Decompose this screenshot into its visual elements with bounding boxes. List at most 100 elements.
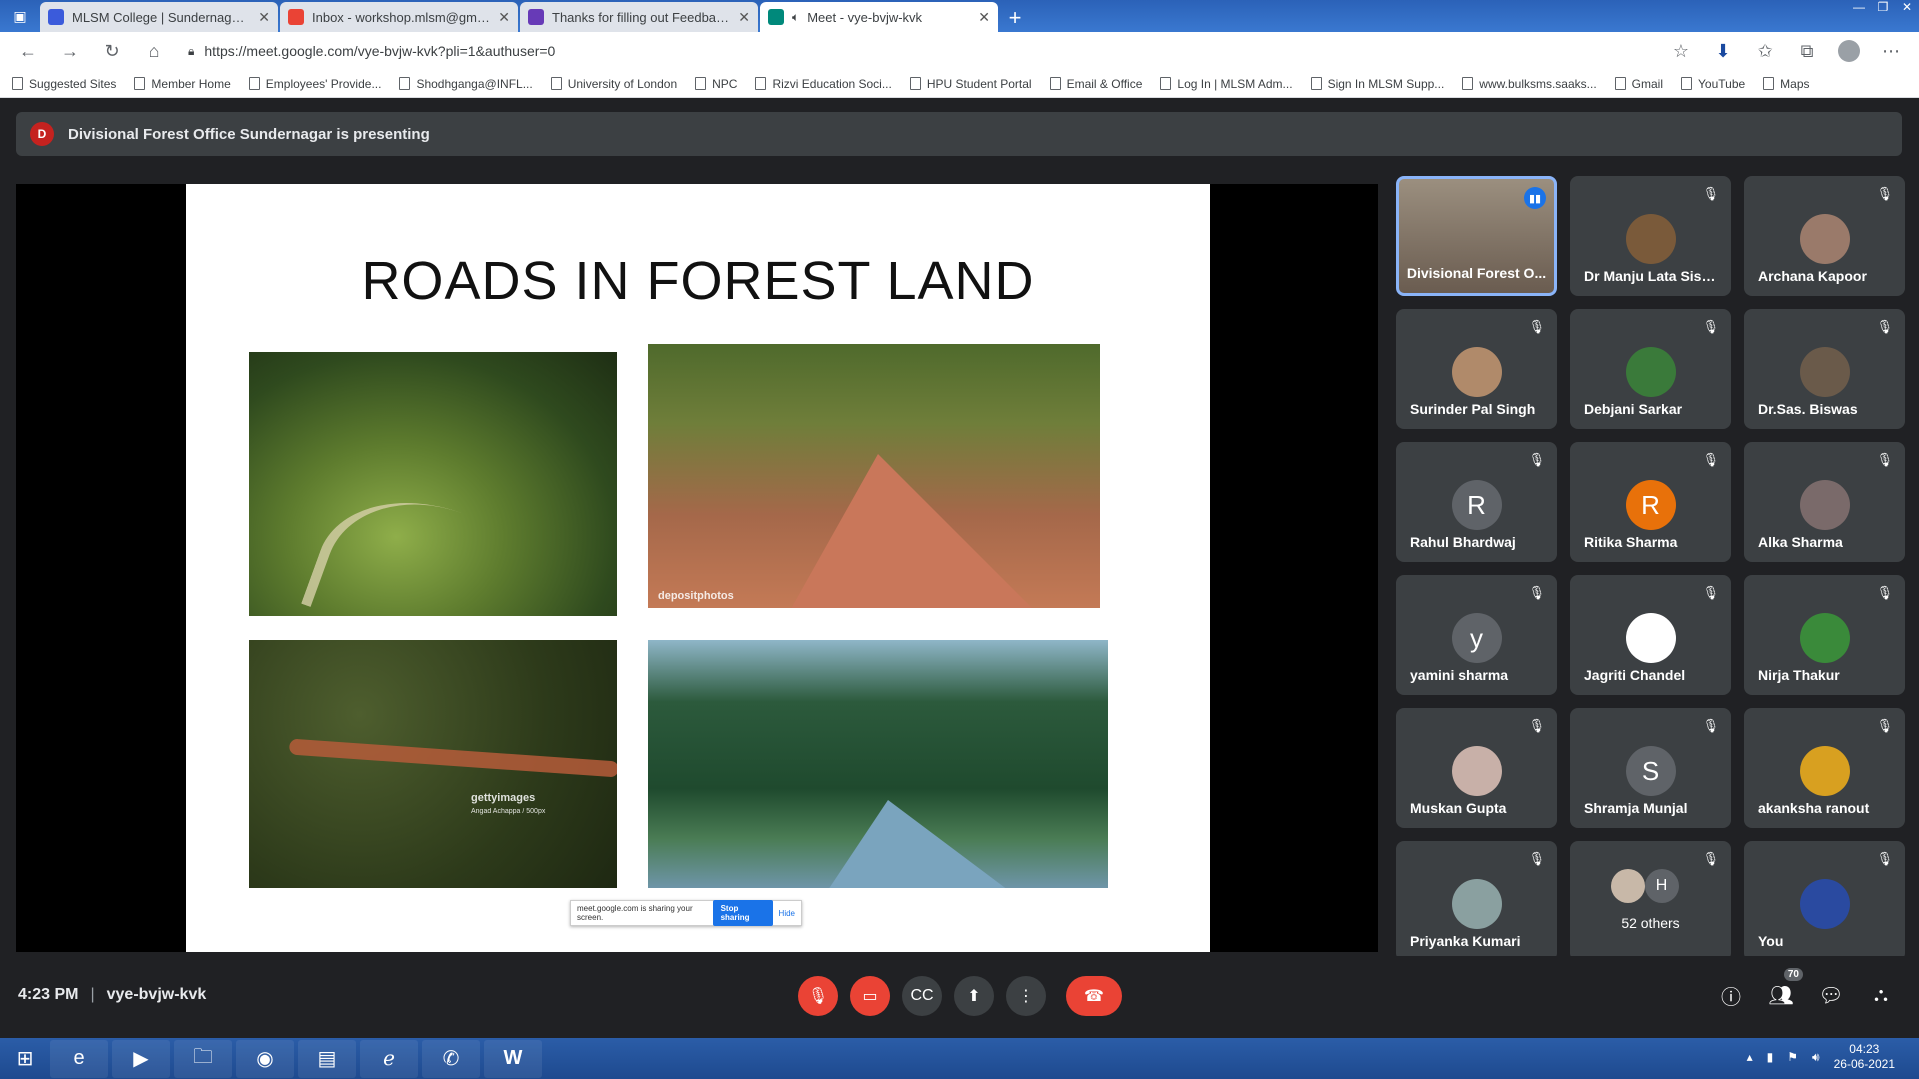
muted-mic-icon: 🎙︎ (1702, 718, 1719, 733)
browser-tab[interactable]: 🔈︎ Meet - vye-bvjw-kvk ✕ (760, 2, 998, 32)
participant-tile[interactable]: 🎙︎ Nirja Thakur (1744, 575, 1905, 695)
close-window-icon[interactable]: ✕ (1895, 0, 1919, 16)
participant-count-badge: 70 (1783, 968, 1803, 981)
trail-shape (288, 738, 617, 778)
captions-button[interactable]: CC (902, 976, 942, 1016)
tray-clock[interactable]: 04:23 26-06-2021 (1834, 1042, 1895, 1072)
minimize-icon[interactable]: — (1847, 0, 1871, 16)
participant-name: Dr.Sas. Biswas (1758, 401, 1858, 417)
bookmark-label: Employees' Provide... (265, 76, 382, 91)
forward-icon[interactable]: → (52, 36, 88, 66)
browser-tab[interactable]: Inbox - workshop.mlsm@gmail.c ✕ (280, 2, 518, 32)
activities-icon[interactable]: ⛬ (1867, 980, 1895, 1010)
tab-actions-icon[interactable]: ▣ (0, 0, 40, 32)
start-button[interactable]: ⊞ (0, 1038, 50, 1079)
bookmark-item[interactable]: HPU Student Portal (909, 77, 1032, 91)
call-controls: 🎙︎ ▭ CC ⬆ ⋮ ☎ (798, 976, 1122, 1016)
stop-sharing-button[interactable]: Stop sharing (712, 900, 773, 926)
file-explorer-icon[interactable]: 🗀 (174, 1039, 232, 1078)
signal-icon[interactable]: ▮ (1767, 1050, 1774, 1064)
media-player-icon[interactable]: ▶ (112, 1039, 170, 1078)
bookmark-icon (550, 77, 562, 90)
close-tab-icon[interactable]: ✕ (498, 9, 510, 26)
participant-tile[interactable]: 🎙︎ Jagriti Chandel (1570, 575, 1731, 695)
bookmark-item[interactable]: Rizvi Education Soci... (755, 77, 892, 91)
info-icon[interactable]: ⓘ (1717, 980, 1745, 1010)
bookmark-item[interactable]: Employees' Provide... (248, 76, 382, 91)
participant-avatar (1451, 746, 1502, 796)
participant-tile[interactable]: 🎙︎ Dr Manju Lata Siso... (1570, 176, 1731, 296)
muted-mic-icon: 🎙︎ (1876, 718, 1893, 733)
bookmark-item[interactable]: University of London (550, 77, 677, 91)
chrome-icon[interactable]: ◉ (236, 1039, 294, 1078)
hide-button[interactable]: Hide (779, 909, 795, 918)
reload-icon[interactable]: ↻ (94, 36, 130, 66)
participant-tile[interactable]: 🎙︎ S Shramja Munjal (1570, 708, 1731, 828)
bookmark-item[interactable]: Shodhganga@INFL... (399, 77, 533, 91)
bookmark-item[interactable]: www.bulksms.saaks... (1462, 77, 1597, 91)
paved-forest-road-photo (648, 640, 1108, 888)
browser-tab[interactable]: MLSM College | Sundernagar, M ✕ (40, 2, 278, 32)
present-button[interactable]: ⬆ (954, 976, 994, 1016)
bookmark-item[interactable]: NPC (695, 77, 737, 91)
participant-tile[interactable]: 🎙︎ Priyanka Kumari (1396, 841, 1557, 961)
bookmark-item[interactable]: YouTube (1681, 77, 1745, 91)
bookmark-item[interactable]: Gmail (1614, 77, 1663, 91)
participant-tile[interactable]: 🎙︎ H 52 others (1570, 841, 1731, 961)
collections-icon[interactable]: ⧉ (1789, 36, 1825, 66)
word-icon[interactable]: W (484, 1039, 542, 1078)
people-icon[interactable]: 👥︎ 70 (1767, 968, 1803, 1010)
participant-tile[interactable]: 🎙︎ Muskan Gupta (1396, 708, 1557, 828)
participant-tile[interactable]: 🎙︎ Alka Sharma (1744, 442, 1905, 562)
presenting-banner: D Divisional Forest Office Sundernagar i… (16, 112, 1902, 156)
close-tab-icon[interactable]: ✕ (258, 9, 270, 26)
participant-tile[interactable]: 🎙︎ Archana Kapoor (1744, 176, 1905, 296)
chat-icon[interactable]: 💬︎ (1817, 980, 1845, 1010)
extension-icon[interactable]: ⬇ (1705, 36, 1741, 66)
home-icon[interactable]: ⌂ (136, 36, 172, 66)
volume-icon[interactable]: 🔊︎ (1812, 1050, 1820, 1065)
bookmark-item[interactable]: Sign In MLSM Supp... (1310, 77, 1444, 91)
participant-tile[interactable]: 🎙︎ akanksha ranout (1744, 708, 1905, 828)
close-tab-icon[interactable]: ✕ (978, 9, 990, 26)
mic-off-button[interactable]: 🎙︎ (798, 976, 838, 1016)
participant-tile[interactable]: ▮▮ Divisional Forest O... (1396, 176, 1557, 296)
participant-tile[interactable]: 🎙︎ You (1744, 841, 1905, 961)
favorite-icon[interactable]: ☆ (1663, 36, 1699, 66)
bookmark-item[interactable]: Maps (1763, 77, 1810, 91)
close-tab-icon[interactable]: ✕ (738, 9, 750, 26)
tray-expand-icon[interactable]: ▴ (1747, 1050, 1753, 1064)
participant-tile[interactable]: 🎙︎ Surinder Pal Singh (1396, 309, 1557, 429)
participant-tile[interactable]: 🎙︎ Debjani Sarkar (1570, 309, 1731, 429)
bookmark-item[interactable]: Suggested Sites (12, 77, 116, 91)
participant-tile[interactable]: 🎙︎ Dr.Sas. Biswas (1744, 309, 1905, 429)
participant-tile[interactable]: 🎙︎ R Rahul Bhardwaj (1396, 442, 1557, 562)
meet-control-bar: 4:23 PM | vye-bvjw-kvk 🎙︎ ▭ CC ⬆ ⋮ ☎ ⓘ 👥… (0, 956, 1919, 1036)
participant-name: 52 others (1621, 915, 1680, 931)
favorites-bar-icon[interactable]: ✩ (1747, 36, 1783, 66)
ie-icon[interactable]: e (50, 1039, 108, 1078)
participant-tile[interactable]: 🎙︎ R Ritika Sharma (1570, 442, 1731, 562)
camera-off-button[interactable]: ▭ (850, 976, 890, 1016)
new-tab-button[interactable]: + (1000, 4, 1030, 32)
bookmark-item[interactable]: Member Home (134, 77, 231, 91)
bookmark-item[interactable]: Log In | MLSM Adm... (1160, 77, 1293, 91)
flag-icon[interactable]: ⚑ (1787, 1050, 1798, 1064)
menu-icon[interactable]: ⋯ (1873, 36, 1909, 66)
restore-icon[interactable]: ❐ (1871, 0, 1895, 16)
whatsapp-icon[interactable]: ✆ (422, 1039, 480, 1078)
more-options-button[interactable]: ⋮ (1006, 976, 1046, 1016)
edge-icon[interactable]: ℯ (360, 1039, 418, 1078)
leave-call-button[interactable]: ☎ (1066, 976, 1122, 1016)
sticky-notes-icon[interactable]: ▤ (298, 1039, 356, 1078)
bookmark-item[interactable]: Email & Office (1049, 77, 1142, 91)
muted-mic-icon: 🎙︎ (1876, 585, 1893, 600)
participant-tile[interactable]: 🎙︎ y yamini sharma (1396, 575, 1557, 695)
speaker-icon[interactable]: 🔈︎ (792, 10, 799, 25)
profile-avatar[interactable] (1831, 36, 1867, 66)
avatar-initial: R (1641, 489, 1660, 520)
back-icon[interactable]: ← (10, 36, 46, 66)
participant-name: Ritika Sharma (1584, 534, 1678, 550)
browser-tab[interactable]: Thanks for filling out Feedback f ✕ (520, 2, 758, 32)
address-bar[interactable]: 🔒︎ https://meet.google.com/vye-bvjw-kvk?… (178, 36, 1657, 66)
